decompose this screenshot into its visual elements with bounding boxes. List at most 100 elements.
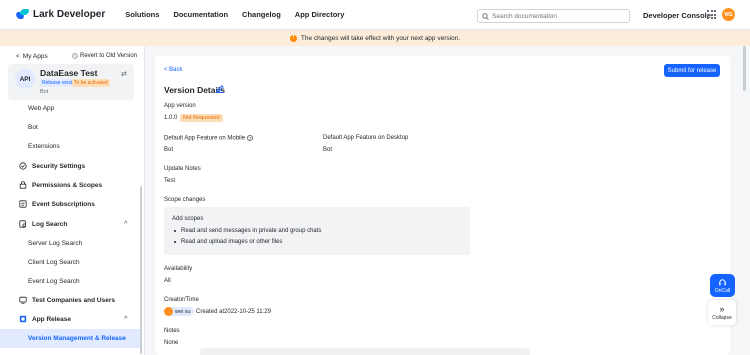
notice-text: The changes will take effect with your n… <box>300 34 461 42</box>
update-notes-label: Update Notes <box>164 166 201 172</box>
sidebar-item-bot[interactable]: Bot <box>0 118 141 136</box>
scope-item-text: Read and send messages in private and gr… <box>181 228 322 234</box>
notes-value: None <box>164 340 179 346</box>
sidebar-item-event-log-search[interactable]: Event Log Search <box>0 272 141 290</box>
sidebar-item-label: Server Log Search <box>28 239 83 247</box>
sidebar-item-app-release[interactable]: App Release ^ <box>0 310 141 328</box>
sidebar: < My Apps Revert to Old Version API Data… <box>0 46 145 355</box>
chevron-up-icon: ^ <box>124 316 128 322</box>
sidebar-item-client-log-search[interactable]: Client Log Search <box>0 253 141 271</box>
collapse-button[interactable]: » Collapse <box>708 300 736 325</box>
sidebar-item-version-management[interactable]: Version Management & Release <box>0 329 141 348</box>
sidebar-item-web-app[interactable]: Web App <box>0 99 141 117</box>
search-icon <box>482 12 489 20</box>
notice-banner: ! The changes will take effect with your… <box>0 30 750 46</box>
creator-avatar <box>164 307 173 316</box>
sidebar-item-label: Security Settings <box>32 162 86 170</box>
my-apps-link[interactable]: < My Apps <box>16 53 48 60</box>
nav-solutions[interactable]: Solutions <box>125 10 159 19</box>
headset-icon <box>719 278 726 285</box>
sidebar-item-test-companies-users[interactable]: Test Companies and Users <box>0 291 141 309</box>
chevron-left-icon: < <box>16 53 20 60</box>
to-be-activated-badge: To be activated <box>72 79 110 87</box>
event-icon <box>19 200 27 208</box>
add-scopes-title: Add scopes <box>172 216 204 222</box>
app-api-icon: API <box>15 69 35 89</box>
app-version-value: 1.0.0 <box>164 115 178 121</box>
bottom-overlay <box>200 348 530 355</box>
top-nav-links: Solutions Documentation Changelog App Di… <box>125 10 358 19</box>
current-app-card[interactable]: API DataEase Test ⇄ Release version To b… <box>8 64 134 100</box>
logo-text: Lark Developer <box>33 9 106 20</box>
sidebar-item-extensions[interactable]: Extensions <box>0 137 141 155</box>
oncall-button[interactable]: OnCall <box>710 274 735 297</box>
scope-item: Read and upload images or other files <box>174 239 282 245</box>
sidebar-item-label: Web App <box>28 104 55 112</box>
lark-developer-logo[interactable]: Lark Developer <box>15 9 106 20</box>
app-version-label: App version <box>164 103 196 109</box>
sidebar-item-label: Client Log Search <box>28 258 80 266</box>
submit-for-release-button[interactable]: Submit for release <box>664 64 720 77</box>
shield-check-icon <box>19 162 27 170</box>
sidebar-item-server-log-search[interactable]: Server Log Search <box>0 234 141 252</box>
search-input[interactable] <box>492 12 622 20</box>
help-icon[interactable]: ? <box>247 135 254 141</box>
revert-old-version-link[interactable]: Revert to Old Version <box>72 53 137 59</box>
creator-time-label: Creator/Time <box>164 297 199 303</box>
app-type: Bot <box>40 89 49 95</box>
creator-chip[interactable]: wei su <box>164 307 194 316</box>
sidebar-scrollbar[interactable] <box>140 186 142 354</box>
my-apps-label: My Apps <box>22 53 48 60</box>
desktop-feature-value: Bot <box>323 147 333 153</box>
top-navigation-bar: Lark Developer Solutions Documentation C… <box>0 0 750 30</box>
availability-value: All <box>164 278 171 284</box>
sidebar-item-label: Event Subscriptions <box>32 200 95 208</box>
sidebar-item-label: Version Management & Release <box>28 335 126 342</box>
sidebar-item-permissions-scopes[interactable]: Permissions & Scopes <box>0 176 141 194</box>
search-box[interactable] <box>477 9 630 23</box>
mobile-feature-value: Bot <box>164 147 174 153</box>
sidebar-item-label: Bot <box>28 123 38 131</box>
back-label: Back <box>169 67 183 73</box>
back-link[interactable]: < Back <box>164 67 183 73</box>
app-name: DataEase Test <box>40 68 98 78</box>
user-avatar[interactable]: WS <box>722 8 735 21</box>
nav-app-directory[interactable]: App Directory <box>295 10 345 19</box>
chevron-up-icon: ^ <box>124 221 128 227</box>
apps-grid-icon[interactable] <box>707 10 716 19</box>
mobile-feature-label-text: Default App Feature on Mobile <box>164 135 246 142</box>
revert-label: Revert to Old Version <box>80 53 138 59</box>
developer-console-link[interactable]: Developer Console <box>643 11 711 20</box>
sidebar-item-label: Permissions & Scopes <box>32 181 103 189</box>
nav-documentation[interactable]: Documentation <box>173 10 228 19</box>
scope-changes-label: Scope changes <box>164 197 206 203</box>
availability-label: Availability <box>164 266 193 272</box>
edit-icon[interactable] <box>215 83 225 93</box>
sidebar-item-event-subscriptions[interactable]: Event Subscriptions <box>0 195 141 213</box>
double-chevron-right-icon: » <box>719 303 725 314</box>
sidebar-item-label: Event Log Search <box>28 277 80 285</box>
switch-app-icon[interactable]: ⇄ <box>121 70 127 78</box>
sidebar-item-log-search[interactable]: Log Search ^ <box>0 215 141 233</box>
sidebar-item-security-settings[interactable]: Security Settings <box>0 157 141 175</box>
app-release-icon <box>19 315 27 323</box>
creator-name: wei su <box>175 308 191 315</box>
mobile-feature-label: Default App Feature on Mobile? <box>164 135 254 142</box>
nav-changelog[interactable]: Changelog <box>242 10 281 19</box>
page-scrollbar[interactable] <box>742 46 746 355</box>
sidebar-item-label: Log Search <box>32 220 68 228</box>
history-icon <box>72 53 78 59</box>
test-users-icon <box>19 296 27 304</box>
scope-item: Read and send messages in private and gr… <box>174 228 321 234</box>
warning-icon: ! <box>289 34 297 42</box>
created-at: Created at2022-10-25 11:29 <box>196 309 271 315</box>
sidebar-item-label: App Release <box>32 315 72 323</box>
log-search-icon <box>19 220 27 228</box>
collapse-label: Collapse <box>712 314 732 321</box>
scope-item-text: Read and upload images or other files <box>181 239 283 245</box>
lark-logo-icon <box>15 9 29 20</box>
lock-icon <box>19 181 27 189</box>
update-notes-value: Test <box>164 178 176 184</box>
scope-changes-box: Add scopes Read and send messages in pri… <box>164 207 470 255</box>
desktop-feature-label: Default App Feature on Desktop <box>323 135 409 141</box>
